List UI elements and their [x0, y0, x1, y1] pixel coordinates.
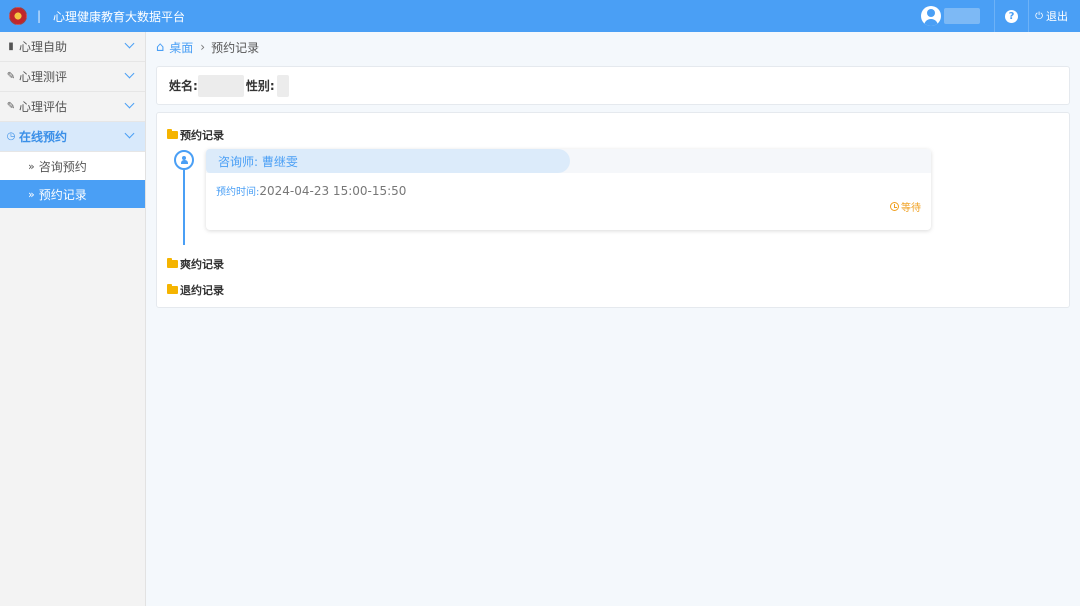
breadcrumb-separator: › — [200, 40, 206, 54]
appointment-time-label: 预约时间: — [216, 187, 260, 198]
student-info-card: 姓名: 性别: — [156, 66, 1070, 105]
chevron-down-icon — [124, 98, 135, 109]
clock-icon: ◷ — [6, 131, 16, 142]
double-chevron-right-icon: » — [28, 159, 35, 173]
sidebar-item-assessment[interactable]: ✎ 心理测评 — [0, 62, 145, 92]
appointment-records-header[interactable]: 预约记录 — [167, 127, 224, 143]
title-separator: | — [37, 9, 42, 23]
user-name-redacted — [944, 8, 981, 24]
help-icon: ? — [1005, 9, 1019, 23]
section-label: 爽约记录 — [180, 258, 224, 271]
sidebar-item-label: 心理测评 — [19, 70, 68, 84]
double-chevron-right-icon: » — [28, 187, 35, 201]
name-label: 姓名: — [169, 79, 198, 93]
timeline-line — [183, 165, 185, 245]
sidebar-subitem-label: 预约记录 — [38, 187, 87, 202]
chevron-down-icon — [124, 128, 135, 139]
sidebar-item-label: 心理自助 — [19, 40, 68, 54]
sidebar-subitem-label: 咨询预约 — [38, 159, 87, 174]
top-right-actions: ? ⏻ 退出 — [913, 0, 1080, 32]
app-title: 心理健康教育大数据平台 — [53, 9, 186, 24]
user-icon — [180, 156, 188, 164]
edit-icon: ✎ — [6, 71, 16, 82]
sidebar-subitem-booking-records[interactable]: » 预约记录 — [0, 180, 145, 208]
folder-icon — [167, 284, 178, 294]
appointment-time-value: 2024-04-23 15:00-15:50 — [259, 184, 407, 198]
appointment-time: 预约时间: 2024-04-23 15:00-15:50 — [216, 183, 406, 198]
sidebar-item-online-booking[interactable]: ◷ 在线预约 — [0, 122, 145, 152]
chevron-down-icon — [124, 38, 135, 49]
logout-label: 退出 — [1046, 10, 1068, 23]
section-label: 退约记录 — [180, 284, 224, 297]
section-label: 预约记录 — [180, 129, 224, 142]
name-value-redacted — [197, 74, 244, 97]
sidebar: ▮ 心理自助 ✎ 心理测评 ✎ 心理评估 ◷ 在线预约 » 咨询预约 » 预约记… — [0, 32, 146, 606]
school-logo — [9, 7, 27, 25]
cancelled-records-header[interactable]: 退约记录 — [167, 282, 224, 298]
chevron-down-icon — [124, 68, 135, 79]
book-icon: ▮ — [8, 41, 14, 52]
missed-records-header[interactable]: 爽约记录 — [167, 256, 224, 272]
clock-icon — [890, 202, 899, 211]
sidebar-item-label: 在线预约 — [19, 130, 68, 144]
home-icon[interactable]: ⌂ — [156, 40, 164, 55]
sidebar-item-evaluation[interactable]: ✎ 心理评估 — [0, 92, 145, 122]
breadcrumb-current: 预约记录 — [211, 40, 260, 55]
folder-icon — [167, 258, 178, 268]
status-label: 等待 — [901, 203, 921, 214]
sidebar-subitem-consult-booking[interactable]: » 咨询预约 — [0, 152, 145, 180]
edit-icon: ✎ — [6, 101, 16, 112]
sex-value-redacted — [276, 74, 289, 97]
counselor-name: 咨询师: 曹继雯 — [206, 149, 570, 173]
sidebar-item-self-help[interactable]: ▮ 心理自助 — [0, 32, 145, 62]
sidebar-item-label: 心理评估 — [19, 100, 68, 114]
sex-label: 性别: — [245, 79, 275, 93]
power-icon: ⏻ — [1035, 10, 1043, 22]
help-button[interactable]: ? — [995, 0, 1030, 32]
top-bar: | 心理健康教育大数据平台 ? ⏻ 退出 — [0, 0, 1080, 32]
folder-icon — [167, 129, 178, 139]
status-badge: 等待 — [890, 199, 921, 214]
timeline-node — [174, 150, 194, 170]
breadcrumb-home-link[interactable]: 桌面 — [169, 39, 193, 56]
user-menu[interactable] — [913, 0, 996, 32]
avatar — [921, 6, 942, 26]
appointment-card-header: 咨询师: 曹继雯 — [206, 149, 931, 173]
appointment-card[interactable]: 咨询师: 曹继雯 预约时间: 2024-04-23 15:00-15:50 等待 — [206, 149, 931, 230]
records-card: 预约记录 咨询师: 曹继雯 预约时间: 2024-04-23 15:00-15:… — [156, 112, 1070, 308]
logout-button[interactable]: ⏻ 退出 — [1029, 0, 1080, 32]
breadcrumb: ⌂ 桌面 › 预约记录 — [156, 38, 259, 56]
